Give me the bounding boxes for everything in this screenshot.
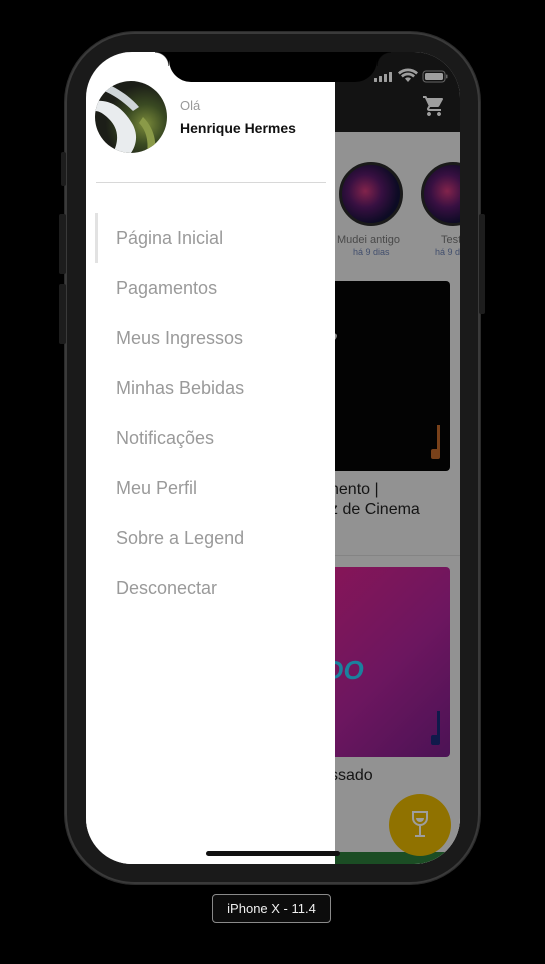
volume-down-button <box>59 284 66 344</box>
menu-item-notificacoes[interactable]: Notificações <box>116 413 214 463</box>
menu-item-pagamentos[interactable]: Pagamentos <box>116 263 217 313</box>
side-drawer: Olá Henrique Hermes Página Inicial Pagam… <box>86 52 335 864</box>
device-screen: Mudei antigo há 9 dias Test há 9 dias ne… <box>86 52 460 864</box>
volume-up-button <box>59 214 66 274</box>
user-name: Henrique Hermes <box>180 120 296 136</box>
active-item-indicator <box>95 213 98 263</box>
menu-item-meu-perfil[interactable]: Meu Perfil <box>116 463 197 513</box>
menu-item-meus-ingressos[interactable]: Meus Ingressos <box>116 313 243 363</box>
avatar[interactable] <box>95 81 167 153</box>
power-button <box>479 214 485 314</box>
simulator-device-label: iPhone X - 11.4 <box>212 894 331 923</box>
home-indicator[interactable] <box>206 851 340 856</box>
drawer-divider <box>96 182 326 183</box>
device-notch <box>155 52 391 82</box>
greeting-text: Olá <box>180 98 201 113</box>
menu-item-sobre-a-legend[interactable]: Sobre a Legend <box>116 513 244 563</box>
waterfall-photo <box>95 81 156 153</box>
menu-item-pagina-inicial[interactable]: Página Inicial <box>116 213 223 263</box>
menu-item-minhas-bebidas[interactable]: Minhas Bebidas <box>116 363 244 413</box>
mute-switch <box>61 152 66 186</box>
menu-item-desconectar[interactable]: Desconectar <box>116 563 217 613</box>
